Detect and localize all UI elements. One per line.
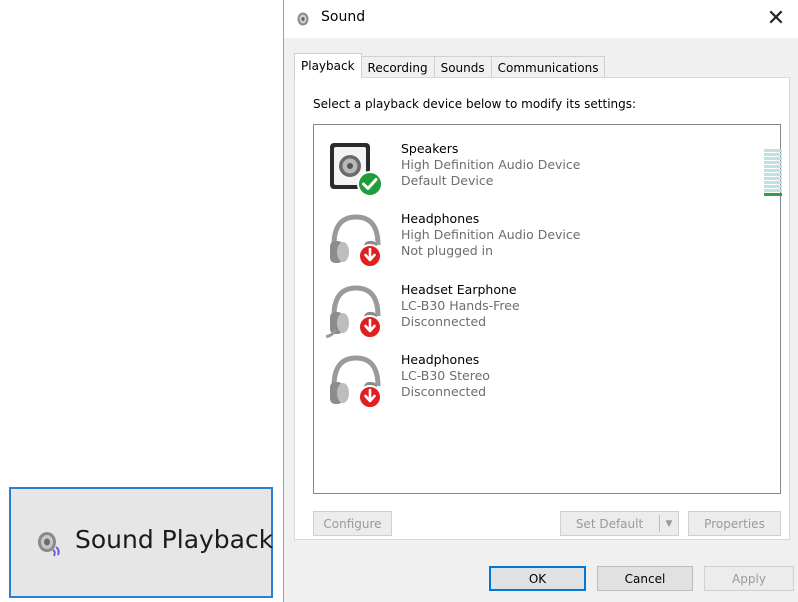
tab-playback[interactable]: Playback bbox=[294, 53, 362, 78]
device-name: Headset Earphone bbox=[401, 282, 517, 297]
properties-button[interactable]: Properties bbox=[688, 511, 781, 536]
cancel-button[interactable]: Cancel bbox=[597, 566, 693, 591]
volume-level-meter bbox=[764, 149, 782, 201]
device-item-headset-earphone[interactable]: Headset Earphone LC-B30 Hands-Free Disco… bbox=[326, 280, 766, 346]
device-item-headphones-hd[interactable]: Headphones High Definition Audio Device … bbox=[326, 209, 766, 275]
device-name: Speakers bbox=[401, 141, 459, 156]
speaker-icon bbox=[38, 532, 60, 557]
sound-app-icon bbox=[297, 12, 309, 26]
device-status: Disconnected bbox=[401, 384, 487, 399]
window-title: Sound bbox=[321, 9, 366, 25]
title-bar[interactable]: Sound ✕ bbox=[284, 0, 798, 38]
headset-icon bbox=[326, 285, 382, 339]
device-description: LC-B30 Stereo bbox=[401, 368, 490, 383]
apply-button[interactable]: Apply bbox=[704, 566, 794, 591]
set-default-button[interactable]: Set Default ▼ bbox=[560, 511, 679, 536]
tab-sounds[interactable]: Sounds bbox=[433, 56, 492, 78]
ok-button[interactable]: OK bbox=[489, 566, 586, 591]
device-description: High Definition Audio Device bbox=[401, 227, 581, 242]
device-status: Not plugged in bbox=[401, 243, 494, 258]
headphones-icon bbox=[330, 355, 382, 409]
sound-playback-label: Sound Playback bbox=[75, 525, 274, 554]
device-item-headphones-stereo[interactable]: Headphones LC-B30 Stereo Disconnected bbox=[326, 350, 766, 416]
headphones-icon bbox=[330, 214, 382, 268]
close-button[interactable]: ✕ bbox=[753, 0, 798, 36]
device-status: Default Device bbox=[401, 173, 494, 188]
sound-dialog: Sound ✕ Playback Recording Sounds Commun… bbox=[283, 0, 798, 602]
tab-recording[interactable]: Recording bbox=[360, 56, 435, 78]
device-status: Disconnected bbox=[401, 314, 487, 329]
device-name: Headphones bbox=[401, 211, 480, 226]
instruction-text: Select a playback device below to modify… bbox=[313, 97, 637, 111]
speaker-icon bbox=[330, 143, 383, 197]
device-description: LC-B30 Hands-Free bbox=[401, 298, 520, 313]
device-description: High Definition Audio Device bbox=[401, 157, 581, 172]
device-list[interactable]: Speakers High Definition Audio Device De… bbox=[313, 124, 782, 494]
playback-panel: Select a playback device below to modify… bbox=[294, 77, 790, 540]
close-icon: ✕ bbox=[766, 5, 786, 31]
chevron-down-icon[interactable]: ▼ bbox=[659, 515, 678, 532]
device-item-speakers[interactable]: Speakers High Definition Audio Device De… bbox=[326, 139, 782, 205]
configure-button[interactable]: Configure bbox=[313, 511, 392, 536]
device-name: Headphones bbox=[401, 352, 480, 367]
tab-strip: Playback Recording Sounds Communications bbox=[294, 53, 606, 78]
sound-playback-shortcut[interactable]: Sound Playback bbox=[9, 487, 273, 598]
tab-communications[interactable]: Communications bbox=[490, 56, 606, 78]
